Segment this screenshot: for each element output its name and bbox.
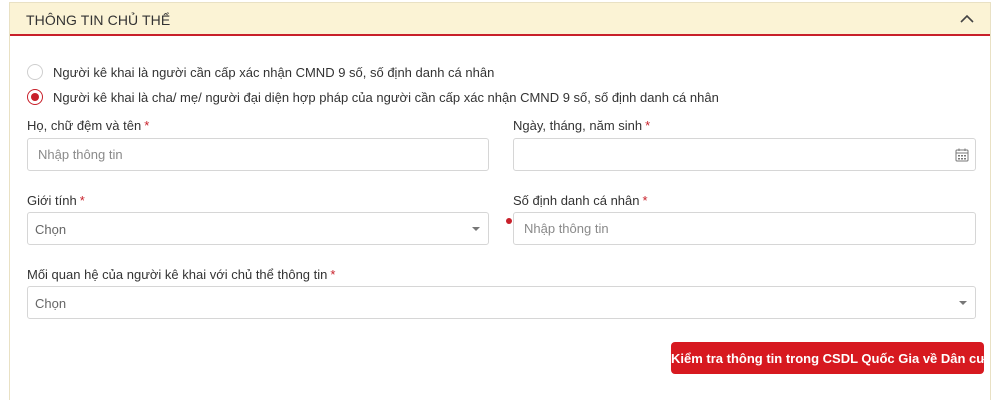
required-dot [506,218,512,224]
radio-label: Người kê khai là cha/ mẹ/ người đại diện… [53,89,719,105]
panel-title: THÔNG TIN CHỦ THỂ [26,12,171,28]
panel-header[interactable]: THÔNG TIN CHỦ THỂ [10,3,990,36]
chevron-up-icon[interactable] [958,11,976,27]
required-mark: * [144,118,150,133]
radio-option-guardian[interactable]: Người kê khai là cha/ mẹ/ người đại diện… [27,89,719,105]
gender-label: Giới tính * [27,193,85,208]
required-mark: * [79,193,85,208]
radio-label: Người kê khai là người cần cấp xác nhận … [53,64,495,80]
radio-button-checked[interactable] [27,89,43,105]
personal-id-label: Số định danh cá nhân * [513,193,648,208]
birth-date-label: Ngày, tháng, năm sinh * [513,118,651,133]
relationship-label: Mối quan hệ của người kê khai với chủ th… [27,267,336,282]
required-mark: * [330,267,336,282]
full-name-input[interactable] [27,138,489,171]
caret-down-icon [472,227,480,231]
gender-select[interactable]: Chọn [27,212,489,245]
subject-info-panel: THÔNG TIN CHỦ THỂ Người kê khai là người… [9,2,991,400]
calendar-icon[interactable] [955,148,969,162]
full-name-label: Họ, chữ đệm và tên * [27,118,150,133]
personal-id-input[interactable] [513,212,976,245]
radio-button[interactable] [27,64,43,80]
required-mark: * [642,193,648,208]
required-mark: * [645,118,651,133]
birth-date-input[interactable] [513,138,976,171]
relationship-select[interactable]: Chọn [27,286,976,319]
radio-option-self[interactable]: Người kê khai là người cần cấp xác nhận … [27,64,494,80]
caret-down-icon [959,301,967,305]
gender-select-value: Chọn [35,222,67,237]
relationship-select-value: Chọn [35,296,67,311]
check-population-db-button[interactable]: Kiểm tra thông tin trong CSDL Quốc Gia v… [671,342,986,374]
